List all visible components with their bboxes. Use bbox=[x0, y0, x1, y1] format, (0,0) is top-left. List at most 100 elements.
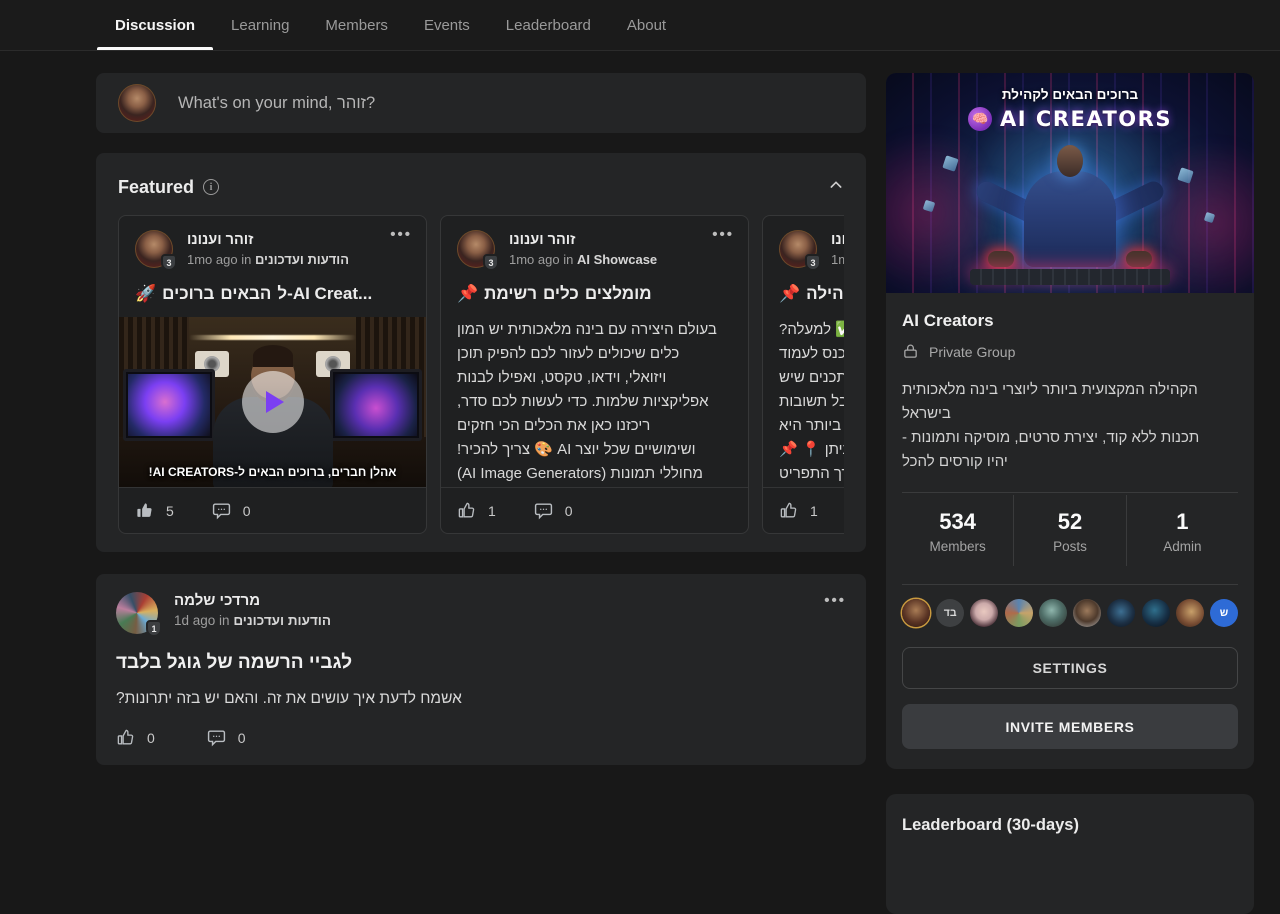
leaderboard-card: Leaderboard (30-days) bbox=[886, 794, 1254, 914]
post-body: בעולם היצירה עם בינה מלאכותית יש המון כל… bbox=[441, 318, 748, 486]
member-avatar-initials[interactable]: בד bbox=[936, 599, 964, 627]
comment-button[interactable]: 0 bbox=[207, 728, 246, 747]
like-button[interactable]: 1 bbox=[457, 501, 496, 520]
tab-about[interactable]: About bbox=[609, 0, 684, 50]
comment-count: 0 bbox=[565, 503, 573, 519]
level-badge: 3 bbox=[483, 254, 499, 271]
brain-icon: 🧠 bbox=[968, 107, 992, 131]
group-name: AI Creators bbox=[902, 311, 1238, 331]
like-count: 5 bbox=[166, 503, 174, 519]
author-avatar[interactable]: 3 bbox=[779, 230, 817, 268]
like-count: 1 bbox=[488, 503, 496, 519]
featured-section: Featured i 3 זוהר וענונו 1mo ago in הו bbox=[96, 153, 866, 552]
level-badge: 1 bbox=[146, 620, 162, 637]
level-badge: 3 bbox=[805, 254, 821, 271]
author-name[interactable]: זוהר וענונו bbox=[509, 232, 657, 248]
thumbs-up-icon bbox=[779, 501, 798, 520]
member-avatar[interactable] bbox=[1073, 599, 1101, 627]
settings-button[interactable]: SETTINGS bbox=[902, 647, 1238, 689]
post-composer[interactable]: What's on your mind, זוהר? bbox=[96, 73, 866, 133]
author-avatar[interactable]: 3 bbox=[457, 230, 495, 268]
composer-placeholder: What's on your mind, זוהר? bbox=[178, 94, 375, 113]
featured-cards-row: 3 זוהר וענונו 1mo ago in הודעות ועדכונים… bbox=[118, 215, 844, 534]
pushpin-emoji-icon: 📌 bbox=[457, 284, 478, 304]
comment-icon bbox=[207, 728, 226, 747]
group-sidebar: ברוכים הבאים לקהילת 🧠 AI CREATORS AI Cre… bbox=[886, 51, 1254, 914]
tab-events[interactable]: Events bbox=[406, 0, 488, 50]
post-menu-icon[interactable]: ••• bbox=[824, 596, 846, 634]
invite-members-button[interactable]: INVITE MEMBERS bbox=[902, 704, 1238, 749]
post-category[interactable]: הודעות ועדכונים bbox=[255, 252, 349, 267]
group-stats: 534 Members 52 Posts 1 Admin bbox=[902, 495, 1238, 566]
tab-discussion[interactable]: Discussion bbox=[97, 0, 213, 50]
member-avatar[interactable] bbox=[1142, 599, 1170, 627]
thumbs-up-icon bbox=[457, 501, 476, 520]
post-title[interactable]: 📌 רשימת כלים מומלצים bbox=[441, 284, 748, 304]
video-caption: אהלן חברים, ברוכים הבאים ל-AI CREATORS! bbox=[119, 465, 426, 479]
featured-post-card[interactable]: 3 זוהר וענונו 1mo ago in הודעות ועדכונים… bbox=[762, 215, 844, 534]
tab-learning[interactable]: Learning bbox=[213, 0, 307, 50]
like-count: 0 bbox=[147, 730, 155, 746]
member-avatar[interactable] bbox=[902, 599, 930, 627]
banner-keyboard bbox=[970, 269, 1170, 285]
author-name[interactable]: זוהר וענונו bbox=[831, 232, 844, 248]
comment-button[interactable]: 0 bbox=[212, 501, 251, 520]
leaderboard-title: Leaderboard (30-days) bbox=[902, 816, 1238, 835]
comment-icon bbox=[534, 501, 553, 520]
like-button[interactable]: 0 bbox=[116, 728, 155, 747]
feed-post[interactable]: 1 מרדכי שלמה 1d ago in הודעות ועדכונים •… bbox=[96, 574, 866, 765]
info-icon[interactable]: i bbox=[203, 179, 219, 195]
post-title[interactable]: 📌 קהילה bbox=[763, 284, 844, 304]
post-body: ✅ למעלה? היכנס לעמוד התכנים שיש לקבל תשו… bbox=[763, 318, 844, 486]
post-category[interactable]: הודעות ועדכונים bbox=[233, 613, 331, 628]
group-description: הקהילה המקצועית ביותר ליוצרי בינה מלאכות… bbox=[902, 378, 1238, 474]
posts-count: 52 bbox=[1014, 509, 1125, 535]
like-button[interactable]: 1 bbox=[779, 501, 818, 520]
member-avatar[interactable] bbox=[970, 599, 998, 627]
banner-brand-text: AI CREATORS bbox=[1000, 107, 1172, 131]
rocket-emoji-icon: 🚀 bbox=[135, 284, 156, 304]
author-name[interactable]: זוהר וענונו bbox=[187, 232, 349, 248]
group-card: ברוכים הבאים לקהילת 🧠 AI CREATORS AI Cre… bbox=[886, 73, 1254, 769]
author-avatar[interactable]: 3 bbox=[135, 230, 173, 268]
like-button[interactable]: 5 bbox=[135, 501, 174, 520]
thumbs-up-icon bbox=[116, 728, 135, 747]
tab-members[interactable]: Members bbox=[307, 0, 406, 50]
feed-column: What's on your mind, זוהר? Featured i 3 … bbox=[96, 51, 866, 765]
post-category[interactable]: AI Showcase bbox=[577, 252, 657, 267]
member-avatar-initials[interactable]: ש bbox=[1210, 599, 1238, 627]
video-thumbnail[interactable]: אהלן חברים, ברוכים הבאים ל-AI CREATORS! bbox=[119, 317, 426, 487]
featured-title: Featured bbox=[118, 177, 194, 198]
post-title[interactable]: 🚀 ברוכים הבאים ל-AI Creat... bbox=[119, 284, 426, 304]
member-avatar[interactable] bbox=[1176, 599, 1204, 627]
member-avatars-row: בד ש bbox=[902, 599, 1238, 627]
comment-icon bbox=[212, 501, 231, 520]
play-button[interactable] bbox=[242, 371, 304, 433]
post-menu-icon[interactable]: ••• bbox=[712, 230, 734, 268]
thumbs-up-icon bbox=[135, 501, 154, 520]
privacy-label: Private Group bbox=[929, 344, 1015, 360]
author-avatar[interactable]: 1 bbox=[116, 592, 158, 634]
member-avatar[interactable] bbox=[1107, 599, 1135, 627]
admins-count: 1 bbox=[1127, 509, 1238, 535]
member-avatar[interactable] bbox=[1039, 599, 1067, 627]
tab-leaderboard[interactable]: Leaderboard bbox=[488, 0, 609, 50]
featured-post-card[interactable]: 3 זוהר וענונו 1mo ago in הודעות ועדכונים… bbox=[118, 215, 427, 534]
lock-icon bbox=[902, 343, 919, 360]
member-avatar[interactable] bbox=[1005, 599, 1033, 627]
post-title[interactable]: לגביי הרשמה של גוגל בלבד bbox=[116, 652, 846, 674]
post-meta: 1mo ago in AI Showcase bbox=[509, 252, 657, 267]
level-badge: 3 bbox=[161, 254, 177, 271]
comment-count: 0 bbox=[238, 730, 246, 746]
banner-welcome-text: ברוכים הבאים לקהילת bbox=[886, 87, 1254, 102]
comment-button[interactable]: 0 bbox=[534, 501, 573, 520]
author-name[interactable]: מרדכי שלמה bbox=[174, 592, 331, 609]
post-menu-icon[interactable]: ••• bbox=[390, 230, 412, 268]
current-user-avatar bbox=[118, 84, 156, 122]
chevron-up-icon[interactable] bbox=[828, 177, 844, 198]
pushpin-emoji-icon: 📌 bbox=[779, 284, 800, 304]
post-meta: 1mo ago in הודעות ועדכונים bbox=[831, 252, 844, 267]
featured-post-card[interactable]: 3 זוהר וענונו 1mo ago in AI Showcase •••… bbox=[440, 215, 749, 534]
comment-count: 0 bbox=[243, 503, 251, 519]
post-meta: 1mo ago in הודעות ועדכונים bbox=[187, 252, 349, 267]
